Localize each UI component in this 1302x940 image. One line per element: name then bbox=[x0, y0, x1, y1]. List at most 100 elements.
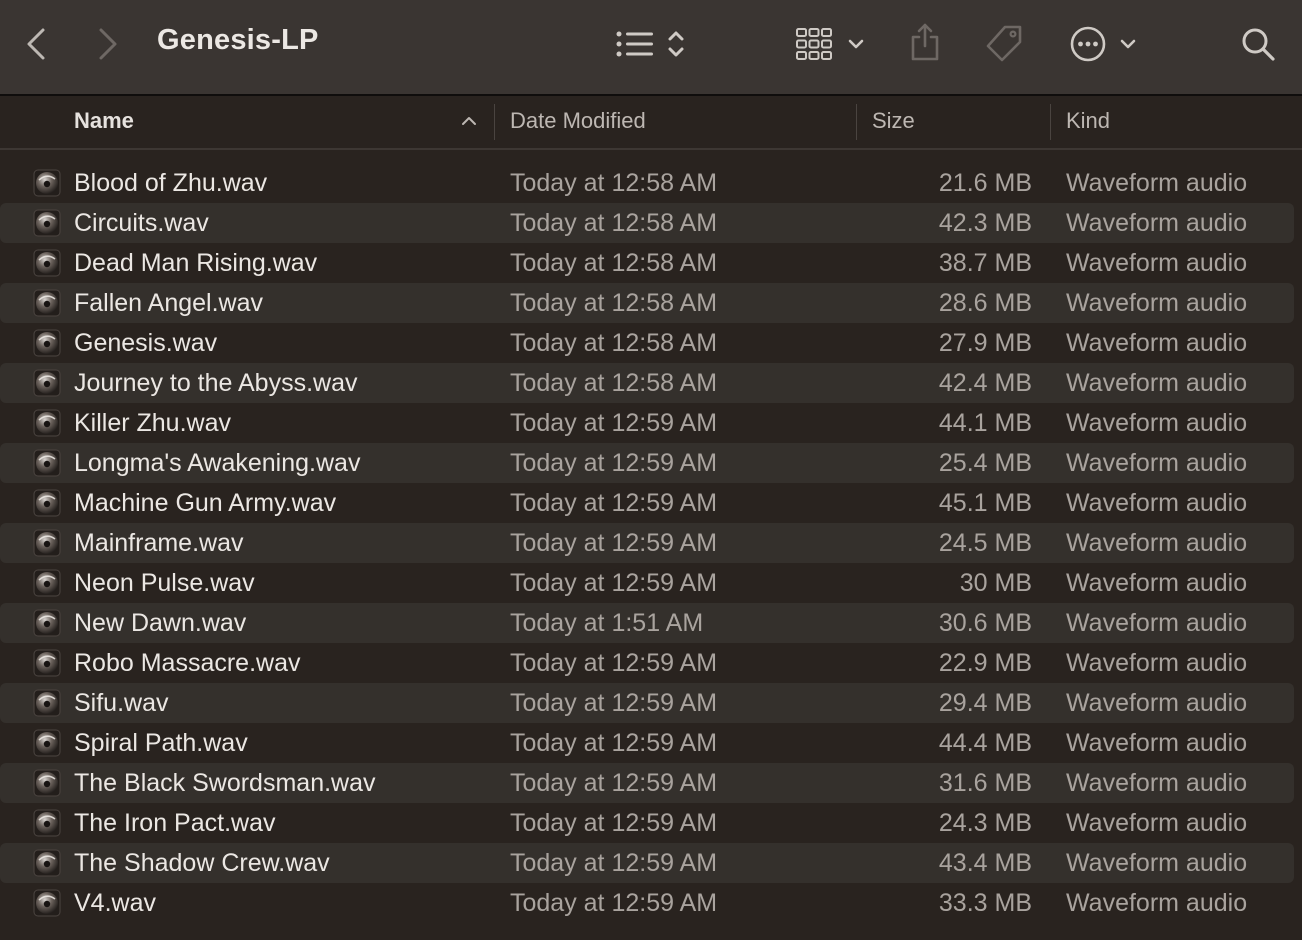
file-kind: Waveform audio bbox=[1066, 409, 1248, 437]
file-size: 28.6 MB bbox=[938, 289, 1032, 317]
wav-file-icon bbox=[33, 249, 61, 277]
file-kind: Waveform audio bbox=[1066, 889, 1248, 917]
file-date-modified: Today at 12:59 AM bbox=[510, 729, 718, 757]
file-name: Machine Gun Army.wav bbox=[74, 489, 337, 517]
file-size: 22.9 MB bbox=[938, 649, 1032, 677]
file-row[interactable]: Robo Massacre.wav Today at 12:59 AM 22.9 M… bbox=[0, 643, 1294, 683]
file-name: Fallen Angel.wav bbox=[74, 289, 264, 317]
wav-file-icon bbox=[33, 209, 61, 237]
file-name: Genesis.wav bbox=[74, 329, 218, 357]
file-row[interactable]: Fallen Angel.wav Today at 12:58 AM 28.6 MB… bbox=[0, 283, 1294, 323]
forward-icon[interactable] bbox=[92, 24, 124, 64]
wav-file-icon bbox=[33, 889, 61, 917]
file-size: 44.1 MB bbox=[938, 409, 1032, 437]
chevron-down-icon[interactable] bbox=[844, 32, 868, 56]
file-size: 30.6 MB bbox=[938, 609, 1032, 637]
file-row[interactable]: Killer Zhu.wav Today at 12:59 AM 44.1 MB Wa… bbox=[0, 403, 1294, 443]
file-name: Killer Zhu.wav bbox=[74, 409, 231, 437]
window-title: Genesis-LP bbox=[157, 24, 319, 56]
file-kind: Waveform audio bbox=[1066, 649, 1248, 677]
file-date-modified: Today at 12:59 AM bbox=[510, 809, 718, 837]
file-date-modified: Today at 12:58 AM bbox=[510, 209, 718, 237]
column-divider[interactable] bbox=[494, 104, 495, 140]
sort-stepper-icon[interactable] bbox=[664, 26, 688, 62]
column-date-header[interactable]: Date Modified bbox=[510, 108, 646, 134]
file-date-modified: Today at 12:59 AM bbox=[510, 889, 718, 917]
file-row[interactable]: Genesis.wav Today at 12:58 AM 27.9 MB Wavef… bbox=[0, 323, 1294, 363]
file-row[interactable]: Machine Gun Army.wav Today at 12:59 AM 45.… bbox=[0, 483, 1294, 523]
column-name-header[interactable]: Name bbox=[74, 108, 134, 134]
file-name: Circuits.wav bbox=[74, 209, 209, 237]
file-row[interactable]: The Iron Pact.wav Today at 12:59 AM 24.3 M… bbox=[0, 803, 1294, 843]
wav-file-icon bbox=[33, 529, 61, 557]
column-size-header[interactable]: Size bbox=[872, 108, 915, 134]
tag-icon[interactable] bbox=[982, 22, 1026, 66]
file-list: Blood of Zhu.wav Today at 12:58 AM 21.6 MB… bbox=[0, 163, 1302, 923]
file-date-modified: Today at 12:59 AM bbox=[510, 449, 718, 477]
wav-file-icon bbox=[33, 729, 61, 757]
file-date-modified: Today at 12:58 AM bbox=[510, 249, 718, 277]
column-header: Name Date Modified Size Kind bbox=[0, 96, 1302, 150]
file-name: Mainframe.wav bbox=[74, 529, 244, 557]
wav-file-icon bbox=[33, 329, 61, 357]
wav-file-icon bbox=[33, 609, 61, 637]
column-kind-header[interactable]: Kind bbox=[1066, 108, 1110, 134]
file-name: Blood of Zhu.wav bbox=[74, 169, 268, 197]
file-row[interactable]: Neon Pulse.wav Today at 12:59 AM 30 MB Wave… bbox=[0, 563, 1294, 603]
chevron-down-icon[interactable] bbox=[1116, 32, 1140, 56]
file-name: The Black Swordsman.wav bbox=[74, 769, 376, 797]
grid-view-icon[interactable] bbox=[794, 26, 834, 62]
wav-file-icon bbox=[33, 449, 61, 477]
file-date-modified: Today at 12:58 AM bbox=[510, 369, 718, 397]
file-name: The Shadow Crew.wav bbox=[74, 849, 330, 877]
file-row[interactable]: Circuits.wav Today at 12:58 AM 42.3 MB Wave… bbox=[0, 203, 1294, 243]
file-date-modified: Today at 12:59 AM bbox=[510, 649, 718, 677]
file-name: Dead Man Rising.wav bbox=[74, 249, 318, 277]
wav-file-icon bbox=[33, 769, 61, 797]
file-name: Neon Pulse.wav bbox=[74, 569, 255, 597]
file-kind: Waveform audio bbox=[1066, 169, 1248, 197]
file-kind: Waveform audio bbox=[1066, 729, 1248, 757]
file-date-modified: Today at 12:58 AM bbox=[510, 169, 718, 197]
file-row[interactable]: Sifu.wav Today at 12:59 AM 29.4 MB Waveform… bbox=[0, 683, 1294, 723]
wav-file-icon bbox=[33, 489, 61, 517]
column-divider[interactable] bbox=[856, 104, 857, 140]
file-row[interactable]: Spiral Path.wav Today at 12:59 AM 44.4 MB W… bbox=[0, 723, 1294, 763]
back-icon[interactable] bbox=[20, 24, 52, 64]
file-kind: Waveform audio bbox=[1066, 249, 1248, 277]
wav-file-icon bbox=[33, 569, 61, 597]
search-icon[interactable] bbox=[1238, 24, 1278, 64]
file-date-modified: Today at 12:59 AM bbox=[510, 769, 718, 797]
finder-window: Genesis-LP Name Date Modified Size Kind … bbox=[0, 0, 1302, 940]
wav-file-icon bbox=[33, 809, 61, 837]
sort-ascending-icon[interactable] bbox=[460, 114, 478, 132]
file-kind: Waveform audio bbox=[1066, 209, 1248, 237]
file-kind: Waveform audio bbox=[1066, 489, 1248, 517]
file-date-modified: Today at 12:58 AM bbox=[510, 289, 718, 317]
file-kind: Waveform audio bbox=[1066, 809, 1248, 837]
wav-file-icon bbox=[33, 649, 61, 677]
file-size: 33.3 MB bbox=[938, 889, 1032, 917]
file-name: Longma's Awakening.wav bbox=[74, 449, 361, 477]
share-icon[interactable] bbox=[906, 20, 944, 64]
file-row[interactable]: Longma's Awakening.wav Today at 12:59 AM 2… bbox=[0, 443, 1294, 483]
file-row[interactable]: New Dawn.wav Today at 1:51 AM 30.6 MB Wavef… bbox=[0, 603, 1294, 643]
file-row[interactable]: Journey to the Abyss.wav Today at 12:58 A… bbox=[0, 363, 1294, 403]
file-kind: Waveform audio bbox=[1066, 289, 1248, 317]
file-date-modified: Today at 12:59 AM bbox=[510, 529, 718, 557]
file-size: 43.4 MB bbox=[938, 849, 1032, 877]
more-icon[interactable] bbox=[1068, 24, 1108, 64]
file-row[interactable]: V4.wav Today at 12:59 AM 33.3 MB Waveform a… bbox=[0, 883, 1294, 923]
file-date-modified: Today at 12:59 AM bbox=[510, 569, 718, 597]
list-view-icon[interactable] bbox=[614, 26, 656, 62]
file-kind: Waveform audio bbox=[1066, 609, 1248, 637]
file-row[interactable]: Dead Man Rising.wav Today at 12:58 AM 38.7… bbox=[0, 243, 1294, 283]
file-size: 21.6 MB bbox=[938, 169, 1032, 197]
file-row[interactable]: The Black Swordsman.wav Today at 12:59 AM… bbox=[0, 763, 1294, 803]
wav-file-icon bbox=[33, 369, 61, 397]
file-row[interactable]: Mainframe.wav Today at 12:59 AM 24.5 MB Wav… bbox=[0, 523, 1294, 563]
file-row[interactable]: Blood of Zhu.wav Today at 12:58 AM 21.6 MB… bbox=[0, 163, 1294, 203]
file-row[interactable]: The Shadow Crew.wav Today at 12:59 AM 43.4… bbox=[0, 843, 1294, 883]
column-divider[interactable] bbox=[1050, 104, 1051, 140]
toolbar: Genesis-LP bbox=[0, 0, 1302, 96]
